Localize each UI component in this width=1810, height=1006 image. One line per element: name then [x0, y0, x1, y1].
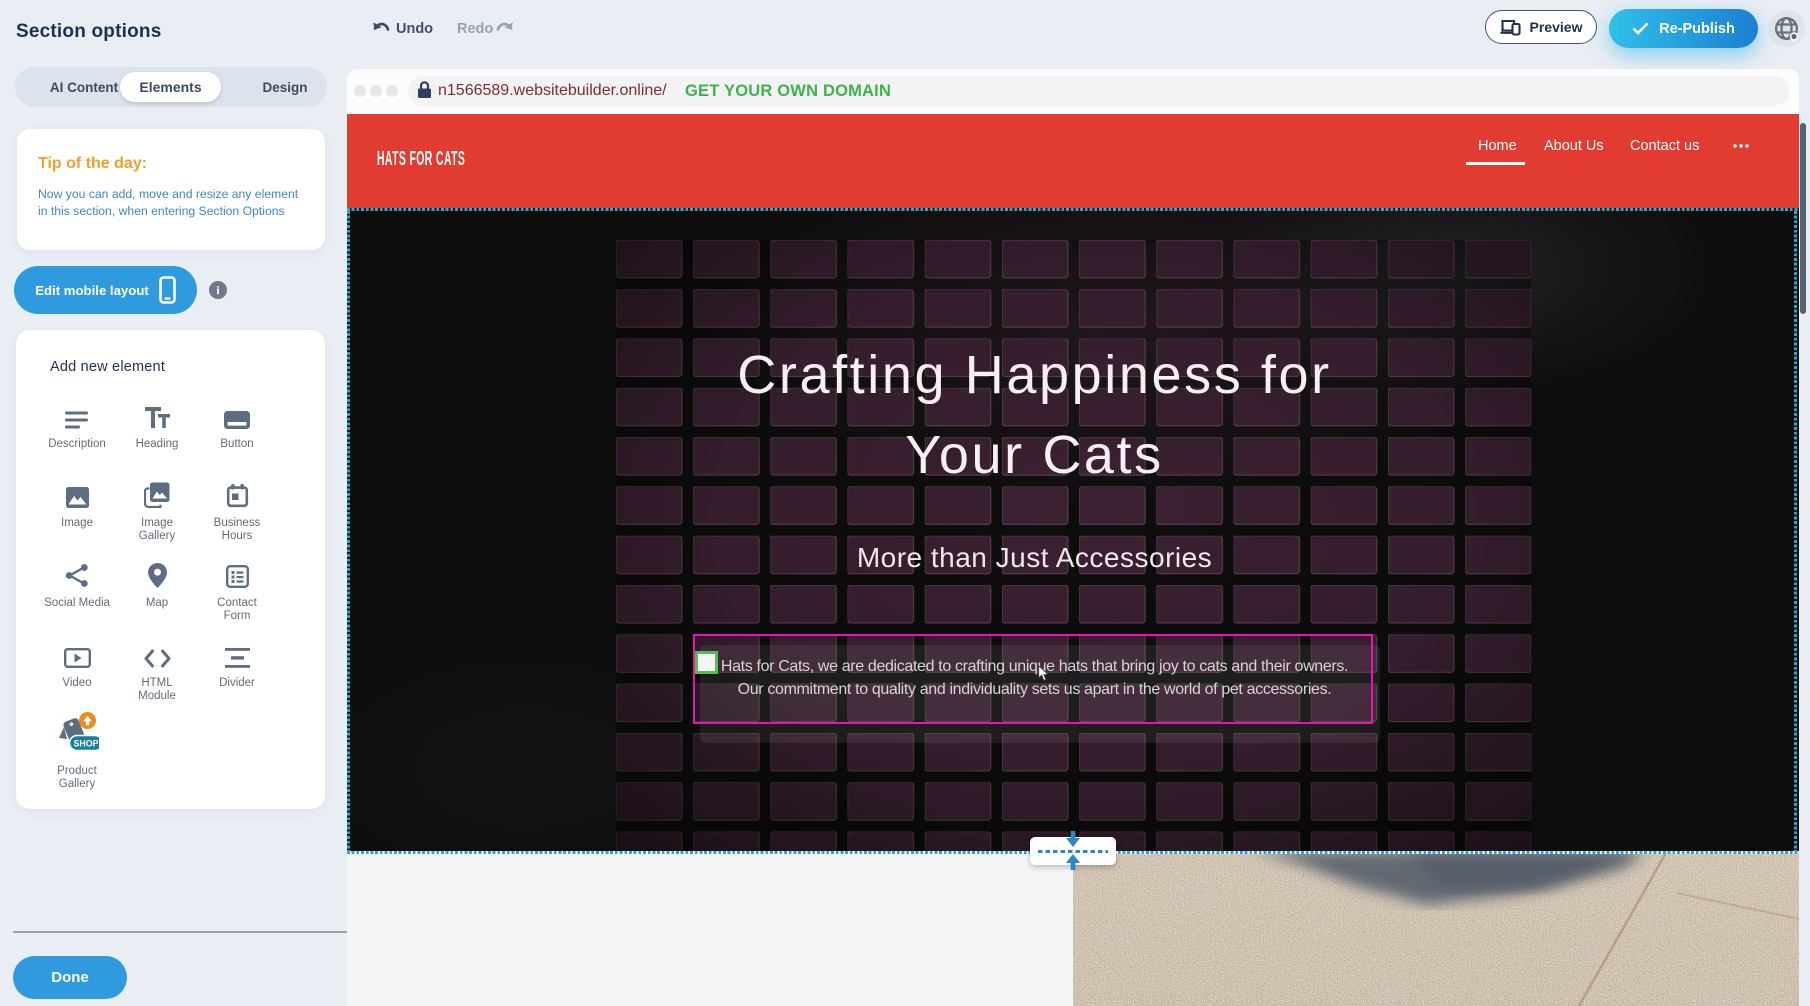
svg-text:SHOP: SHOP [74, 739, 99, 749]
